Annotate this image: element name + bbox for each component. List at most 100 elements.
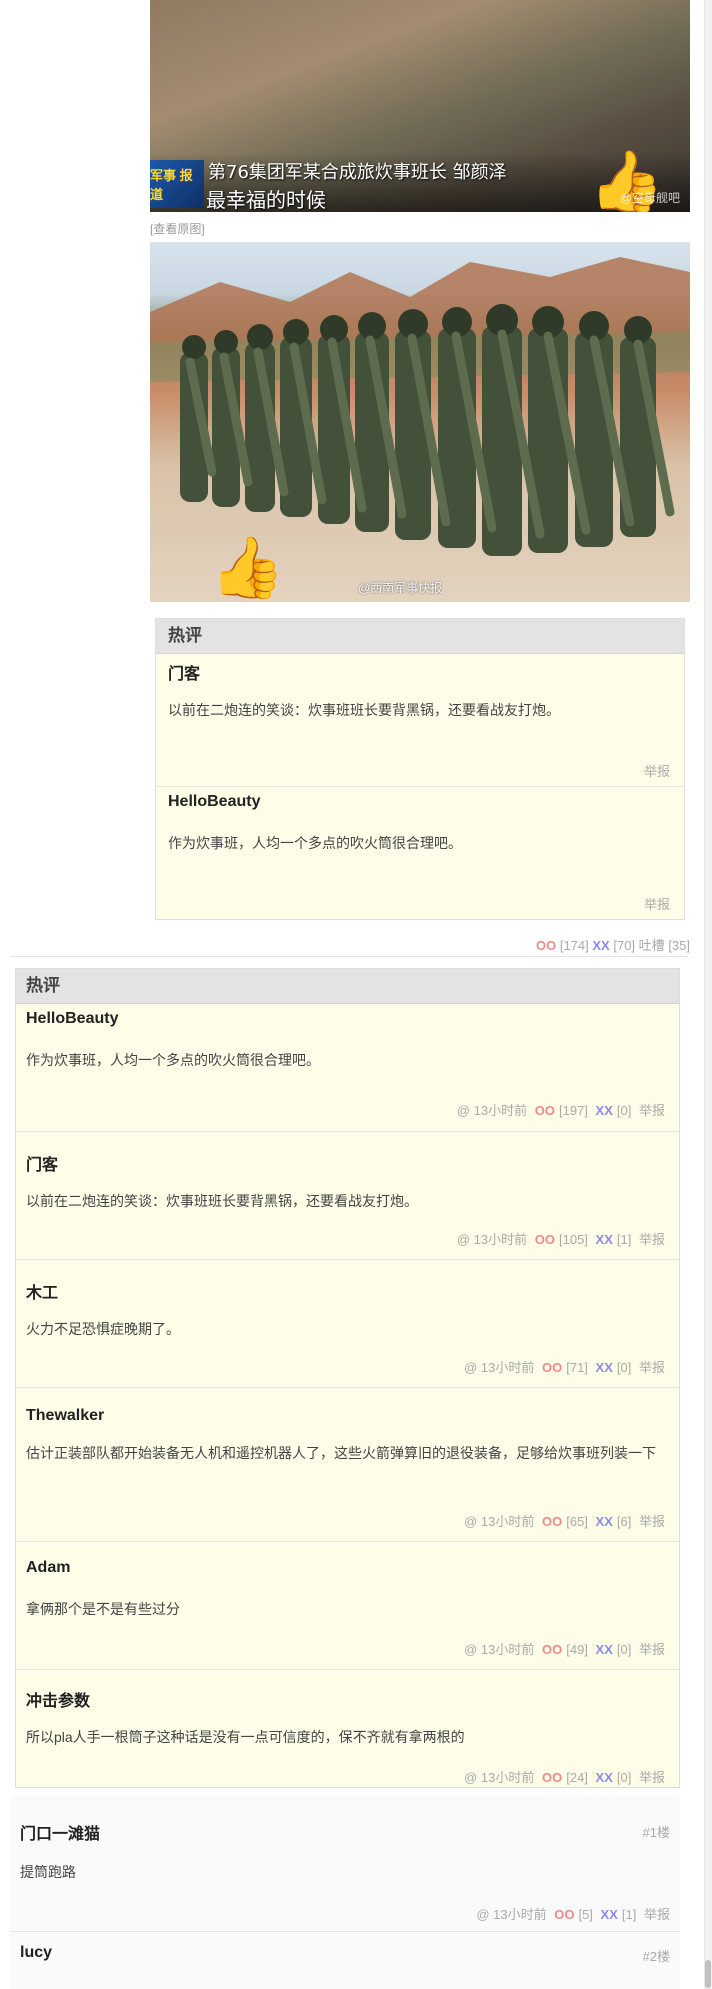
news-logo: 军事 报道 xyxy=(150,160,204,208)
oo-count: [105] xyxy=(559,1232,588,1247)
comment-author[interactable]: 门口一滩猫 xyxy=(20,1820,100,1844)
xx-count: [0] xyxy=(616,1103,632,1118)
hot-comment-item: 门客 以前在二炮连的笑谈：炊事班班长要背黑锅，还要看战友打炮。 举报 xyxy=(156,654,684,787)
floor-number[interactable]: #2楼 xyxy=(643,1946,670,1965)
comment-author[interactable]: 门客 xyxy=(26,1151,58,1175)
oo-count: [24] xyxy=(566,1770,588,1785)
comment-time: @ 13小时前 xyxy=(464,1514,535,1529)
floor-comment: 门口一滩猫 #1楼 提筒跑路 @ 13小时前 OO [5] XX [1] 举报 xyxy=(10,1796,680,1930)
comment-meta: @ 13小时前 OO [71] XX [0] 举报 xyxy=(460,1357,665,1376)
comment-author[interactable]: HelloBeauty xyxy=(168,793,260,811)
hot-comments-header: 热评 xyxy=(156,619,684,654)
xx-vote-button[interactable]: XX xyxy=(601,1907,618,1922)
comment-meta: @ 13小时前 OO [197] XX [0] 举报 xyxy=(453,1100,665,1119)
xx-count: [70] xyxy=(613,938,636,953)
comment-meta: @ 13小时前 OO [5] XX [1] 举报 xyxy=(472,1904,670,1923)
scrollbar-track[interactable] xyxy=(704,0,712,1989)
oo-count: [5] xyxy=(578,1907,593,1922)
oo-vote-button[interactable]: OO xyxy=(554,1907,574,1922)
report-link[interactable]: 举报 xyxy=(644,894,670,913)
image-watermark: @空母舰吧 xyxy=(619,191,680,205)
comment-text: 火力不足恐惧症晚期了。 xyxy=(26,1321,180,1337)
comment-time: @ 13小时前 xyxy=(456,1232,528,1247)
comment-author[interactable]: lucy xyxy=(20,1944,52,1962)
comment-author[interactable]: Thewalker xyxy=(26,1407,104,1425)
comment-text: 所以pla人手一根筒子这种话是没有一点可信度的，保不齐就有拿两根的 xyxy=(26,1729,465,1745)
comment-item: 木工 火力不足恐惧症晚期了。 @ 13小时前 OO [71] XX [0] 举报 xyxy=(16,1259,679,1388)
comment-time: @ 13小时前 xyxy=(464,1642,535,1657)
oo-vote-button[interactable]: OO xyxy=(542,1642,562,1657)
oo-vote-button[interactable]: OO xyxy=(535,1103,555,1118)
comment-author[interactable]: 冲击参数 xyxy=(26,1687,90,1711)
oo-count: [197] xyxy=(559,1103,588,1118)
oo-vote-button[interactable]: OO xyxy=(535,1232,555,1247)
xx-vote-button[interactable]: XX xyxy=(596,1360,613,1375)
tucao-count: [35] xyxy=(668,938,690,953)
comment-author[interactable]: HelloBeauty xyxy=(26,1010,118,1028)
comment-text: 作为炊事班，人均一个多点的吹火筒很合理吧。 xyxy=(26,1052,320,1068)
xx-count: [0] xyxy=(616,1642,632,1657)
oo-count: [71] xyxy=(566,1360,588,1375)
comment-item: Adam 拿俩那个是不是有些过分 @ 13小时前 OO [49] XX [0] 举报 xyxy=(16,1541,679,1670)
post-image-2[interactable]: 👍 @西南军事快报 xyxy=(150,242,690,602)
oo-count: [65] xyxy=(566,1514,588,1529)
comment-meta: @ 13小时前 OO [105] XX [1] 举报 xyxy=(453,1229,665,1248)
report-link[interactable]: 举报 xyxy=(639,1103,665,1118)
comment-time: @ 13小时前 xyxy=(456,1103,528,1118)
post-vote-bar: OO [174] XX [70] 吐槽 [35] xyxy=(536,935,690,954)
xx-count: [0] xyxy=(616,1360,632,1375)
comment-meta: @ 13小时前 OO [65] XX [6] 举报 xyxy=(460,1511,665,1530)
comment-text: 以前在二炮连的笑谈：炊事班班长要背黑锅，还要看战友打炮。 xyxy=(168,702,560,718)
oo-count: [174] xyxy=(559,938,589,953)
report-link[interactable]: 举报 xyxy=(639,1514,665,1529)
comment-author[interactable]: Adam xyxy=(26,1559,70,1577)
comment-author[interactable]: 木工 xyxy=(26,1279,58,1303)
xx-vote-button[interactable]: XX xyxy=(596,1103,613,1118)
comment-meta: @ 13小时前 OO [49] XX [0] 举报 xyxy=(460,1639,665,1658)
report-link[interactable]: 举报 xyxy=(639,1232,665,1247)
comment-time: @ 13小时前 xyxy=(464,1770,535,1785)
comment-text: 作为炊事班，人均一个多点的吹火筒很合理吧。 xyxy=(168,835,462,851)
tucao-button[interactable]: 吐槽 xyxy=(639,938,665,953)
report-link[interactable]: 举报 xyxy=(644,1907,670,1922)
report-link[interactable]: 举报 xyxy=(639,1770,665,1785)
xx-count: [6] xyxy=(616,1514,632,1529)
oo-vote-button[interactable]: OO xyxy=(542,1514,562,1529)
xx-vote-button[interactable]: XX xyxy=(596,1642,613,1657)
floor-comment: lucy #2楼 xyxy=(10,1932,680,1989)
comment-text: 估计正装部队都开始装备无人机和遥控机器人了，这些火箭弹算旧的退役装备，足够给炊事… xyxy=(26,1445,656,1461)
report-link[interactable]: 举报 xyxy=(644,761,670,780)
xx-vote-button[interactable]: XX xyxy=(596,1232,613,1247)
comment-text: 提筒跑路 xyxy=(20,1864,76,1880)
report-link[interactable]: 举报 xyxy=(639,1360,665,1375)
view-original-link[interactable]: [查看原图] xyxy=(150,220,205,237)
comment-author[interactable]: 门客 xyxy=(168,660,200,684)
hot-comments-header: 热评 xyxy=(16,969,679,1004)
oo-vote-button[interactable]: OO xyxy=(542,1360,562,1375)
xx-vote-button[interactable]: XX xyxy=(592,938,609,953)
report-link[interactable]: 举报 xyxy=(639,1642,665,1657)
comment-time: @ 13小时前 xyxy=(464,1360,535,1375)
comment-meta: @ 13小时前 OO [24] XX [0] 举报 xyxy=(460,1767,665,1786)
hot-comment-item: HelloBeauty 作为炊事班，人均一个多点的吹火筒很合理吧。 举报 xyxy=(156,787,684,919)
comment-text: 拿俩那个是不是有些过分 xyxy=(26,1601,180,1617)
comment-text: 以前在二炮连的笑谈：炊事班班长要背黑锅，还要看战友打炮。 xyxy=(26,1193,418,1209)
comment-item: 冲击参数 所以pla人手一根筒子这种话是没有一点可信度的，保不齐就有拿两根的 @… xyxy=(16,1669,679,1786)
xx-vote-button[interactable]: XX xyxy=(596,1514,613,1529)
thumbs-up-icon: 👍 xyxy=(210,534,285,601)
oo-vote-button[interactable]: OO xyxy=(536,938,556,953)
oo-vote-button[interactable]: OO xyxy=(542,1770,562,1785)
xx-count: [1] xyxy=(616,1232,632,1247)
comment-time: @ 13小时前 xyxy=(476,1907,547,1922)
oo-count: [49] xyxy=(566,1642,588,1657)
image-caption-line1: 第76集团军某合成旅炊事班长 邹颜泽 xyxy=(208,162,507,183)
image-caption-line2: 最幸福的时候 xyxy=(206,188,326,212)
xx-vote-button[interactable]: XX xyxy=(596,1770,613,1785)
scrollbar-thumb[interactable] xyxy=(705,1960,711,1988)
post-hot-comments: 热评 门客 以前在二炮连的笑谈：炊事班班长要背黑锅，还要看战友打炮。 举报 He… xyxy=(155,618,685,920)
floor-number[interactable]: #1楼 xyxy=(643,1822,670,1841)
divider xyxy=(10,956,688,957)
comment-item: HelloBeauty 作为炊事班，人均一个多点的吹火筒很合理吧。 @ 13小时… xyxy=(16,1004,679,1132)
post-image-1[interactable]: 军事 报道 第76集团军某合成旅炊事班长 邹颜泽 最幸福的时候 👍 @空母舰吧 xyxy=(150,0,690,212)
xx-count: [1] xyxy=(621,1907,637,1922)
